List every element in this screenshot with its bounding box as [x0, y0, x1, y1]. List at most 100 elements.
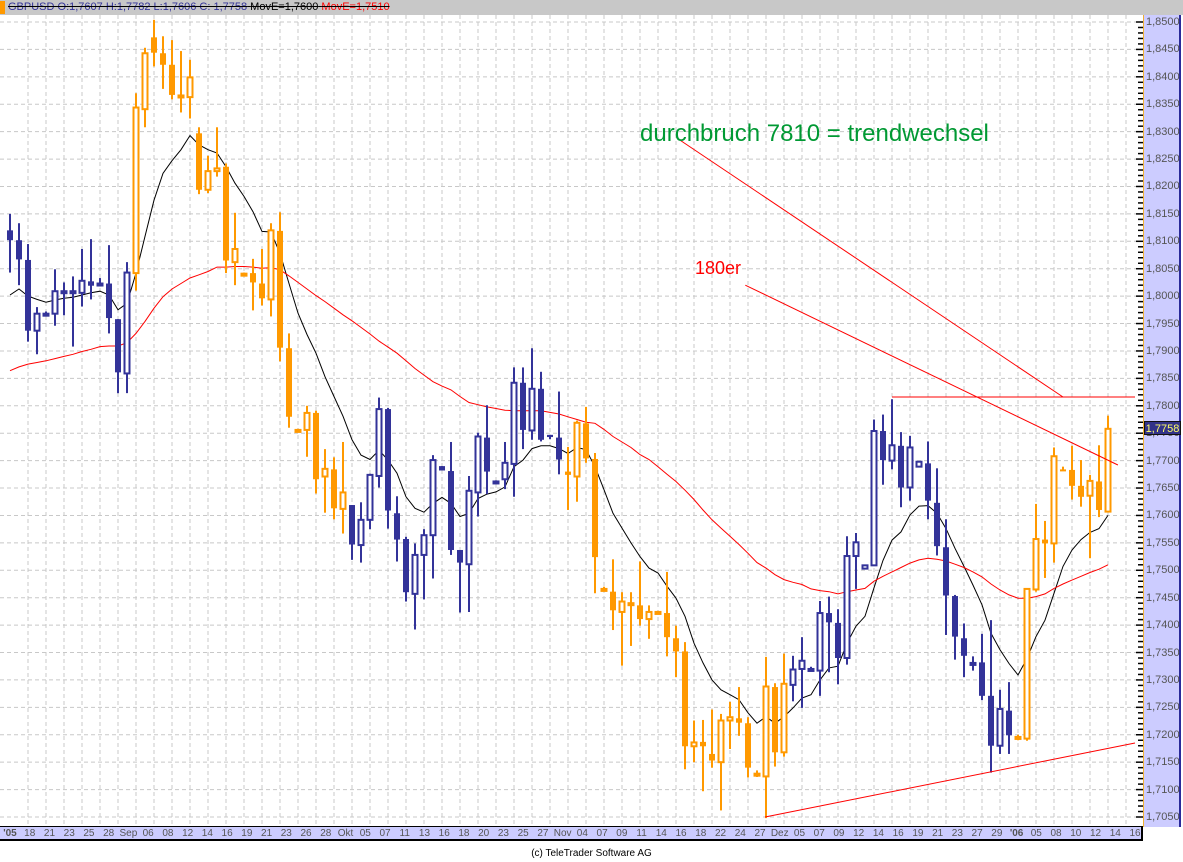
- candle-body-down: [988, 695, 994, 746]
- candle-body-down: [484, 437, 490, 472]
- x-tick-label: 18: [24, 828, 36, 839]
- candle-body-down: [1042, 539, 1048, 544]
- candle: [78, 248, 86, 307]
- date-axis[interactable]: '05 18 21 23 25 28 Sep 06 08 12 14 16 19 21 23 26 28 Okt 0…: [0, 826, 1143, 841]
- candle: [547, 434, 553, 440]
- candle-body-up: [204, 170, 212, 191]
- candle-body-up: [60, 290, 68, 295]
- candle: [16, 223, 22, 286]
- candle: [186, 59, 194, 119]
- candle-body-down: [736, 718, 742, 723]
- candle: [492, 480, 500, 485]
- candle-body-up: [627, 602, 635, 607]
- candle: [1042, 520, 1048, 578]
- x-tick-label: 09: [616, 828, 628, 839]
- candle-body-down: [457, 549, 463, 563]
- candle-body-down: [592, 458, 598, 558]
- candle: [736, 687, 742, 736]
- candle-body-up: [870, 430, 878, 567]
- candle-body-up: [861, 564, 869, 570]
- candle: [528, 348, 536, 440]
- candle-body-up: [690, 741, 698, 748]
- candle-body-up: [1032, 538, 1040, 591]
- candle-body-up: [411, 553, 419, 595]
- candle-body-down: [403, 539, 409, 593]
- candle-body-up: [798, 659, 806, 670]
- candle-body-down: [223, 166, 229, 261]
- candle: [1006, 682, 1012, 754]
- y-tick-label: 1,7400: [1146, 619, 1180, 632]
- candle: [906, 435, 914, 501]
- candle: [709, 709, 715, 768]
- candle: [465, 475, 473, 612]
- y-tick-label: 1,7700: [1146, 454, 1180, 467]
- candle: [835, 609, 841, 685]
- candle: [816, 600, 824, 696]
- candle-body-down: [25, 259, 31, 331]
- x-tick-label: 23: [497, 828, 509, 839]
- candle-body-down: [709, 753, 715, 761]
- candle-body-up: [510, 381, 518, 465]
- candle-body-up: [843, 555, 851, 659]
- candle: [1050, 447, 1058, 563]
- candle: [682, 642, 688, 770]
- candle: [969, 656, 977, 671]
- candle: [996, 689, 1004, 754]
- x-tick-label: 11: [399, 828, 410, 839]
- candle-body-down: [682, 651, 688, 747]
- x-tick-label: 12: [1089, 828, 1102, 839]
- candle-body-up: [996, 707, 1004, 747]
- candle-body-up: [465, 489, 473, 566]
- y-tick-label: 1,8400: [1146, 70, 1180, 83]
- x-tick-label: 04: [576, 828, 588, 839]
- header-info: GBPUSD O:1,7607 H:1,7782 L:1,7606 C: 1,7…: [8, 1, 390, 14]
- candle: [898, 432, 904, 508]
- candle: [1078, 460, 1084, 507]
- x-tick-label: 18: [458, 828, 470, 839]
- candle-body-up: [888, 444, 896, 462]
- x-tick-label: 12: [853, 828, 865, 839]
- x-tick-label: 27: [537, 828, 549, 839]
- candle-body-down: [952, 596, 958, 637]
- candle: [277, 212, 283, 362]
- candle: [313, 410, 319, 494]
- candle: [690, 720, 698, 763]
- candle: [645, 605, 653, 639]
- y-tick-label: 1,7500: [1146, 564, 1180, 577]
- x-tick-label: 07: [813, 828, 825, 839]
- candle-body-up: [213, 167, 221, 173]
- y-tick-label: 1,7350: [1146, 646, 1180, 659]
- candle: [448, 441, 454, 555]
- candle: [160, 36, 166, 89]
- candle-body-down: [1078, 485, 1084, 497]
- y-tick-label: 1,8100: [1146, 235, 1180, 248]
- x-tick-label: 14: [655, 828, 667, 839]
- candle-body-up: [762, 685, 770, 778]
- candle-body-down: [196, 133, 202, 190]
- candle-body-down: [565, 471, 571, 475]
- candle-body-up: [726, 716, 734, 722]
- candle-body-down: [934, 502, 940, 547]
- candle-body-down: [925, 463, 931, 501]
- candle: [717, 713, 725, 811]
- candle: [1086, 474, 1094, 559]
- candle: [943, 519, 949, 635]
- x-tick-label: 21: [261, 828, 273, 839]
- candle: [583, 406, 589, 463]
- candle: [88, 239, 94, 300]
- candle-body-up: [573, 421, 581, 478]
- y-tick-label: 1,7600: [1146, 509, 1180, 522]
- candle-body-up: [1086, 479, 1094, 497]
- x-tick-label: 09: [833, 828, 845, 839]
- candle: [772, 683, 778, 767]
- candle: [366, 473, 374, 530]
- candle: [51, 269, 59, 326]
- x-tick-label: 16: [892, 828, 904, 839]
- candle-body-down: [394, 513, 400, 540]
- candle: [141, 47, 149, 128]
- x-tick-label: 12: [182, 828, 194, 839]
- current-price-badge: 1,7758: [1144, 421, 1181, 435]
- candle: [673, 625, 679, 678]
- candle-body-up: [177, 94, 185, 99]
- candle-body-up: [42, 312, 50, 317]
